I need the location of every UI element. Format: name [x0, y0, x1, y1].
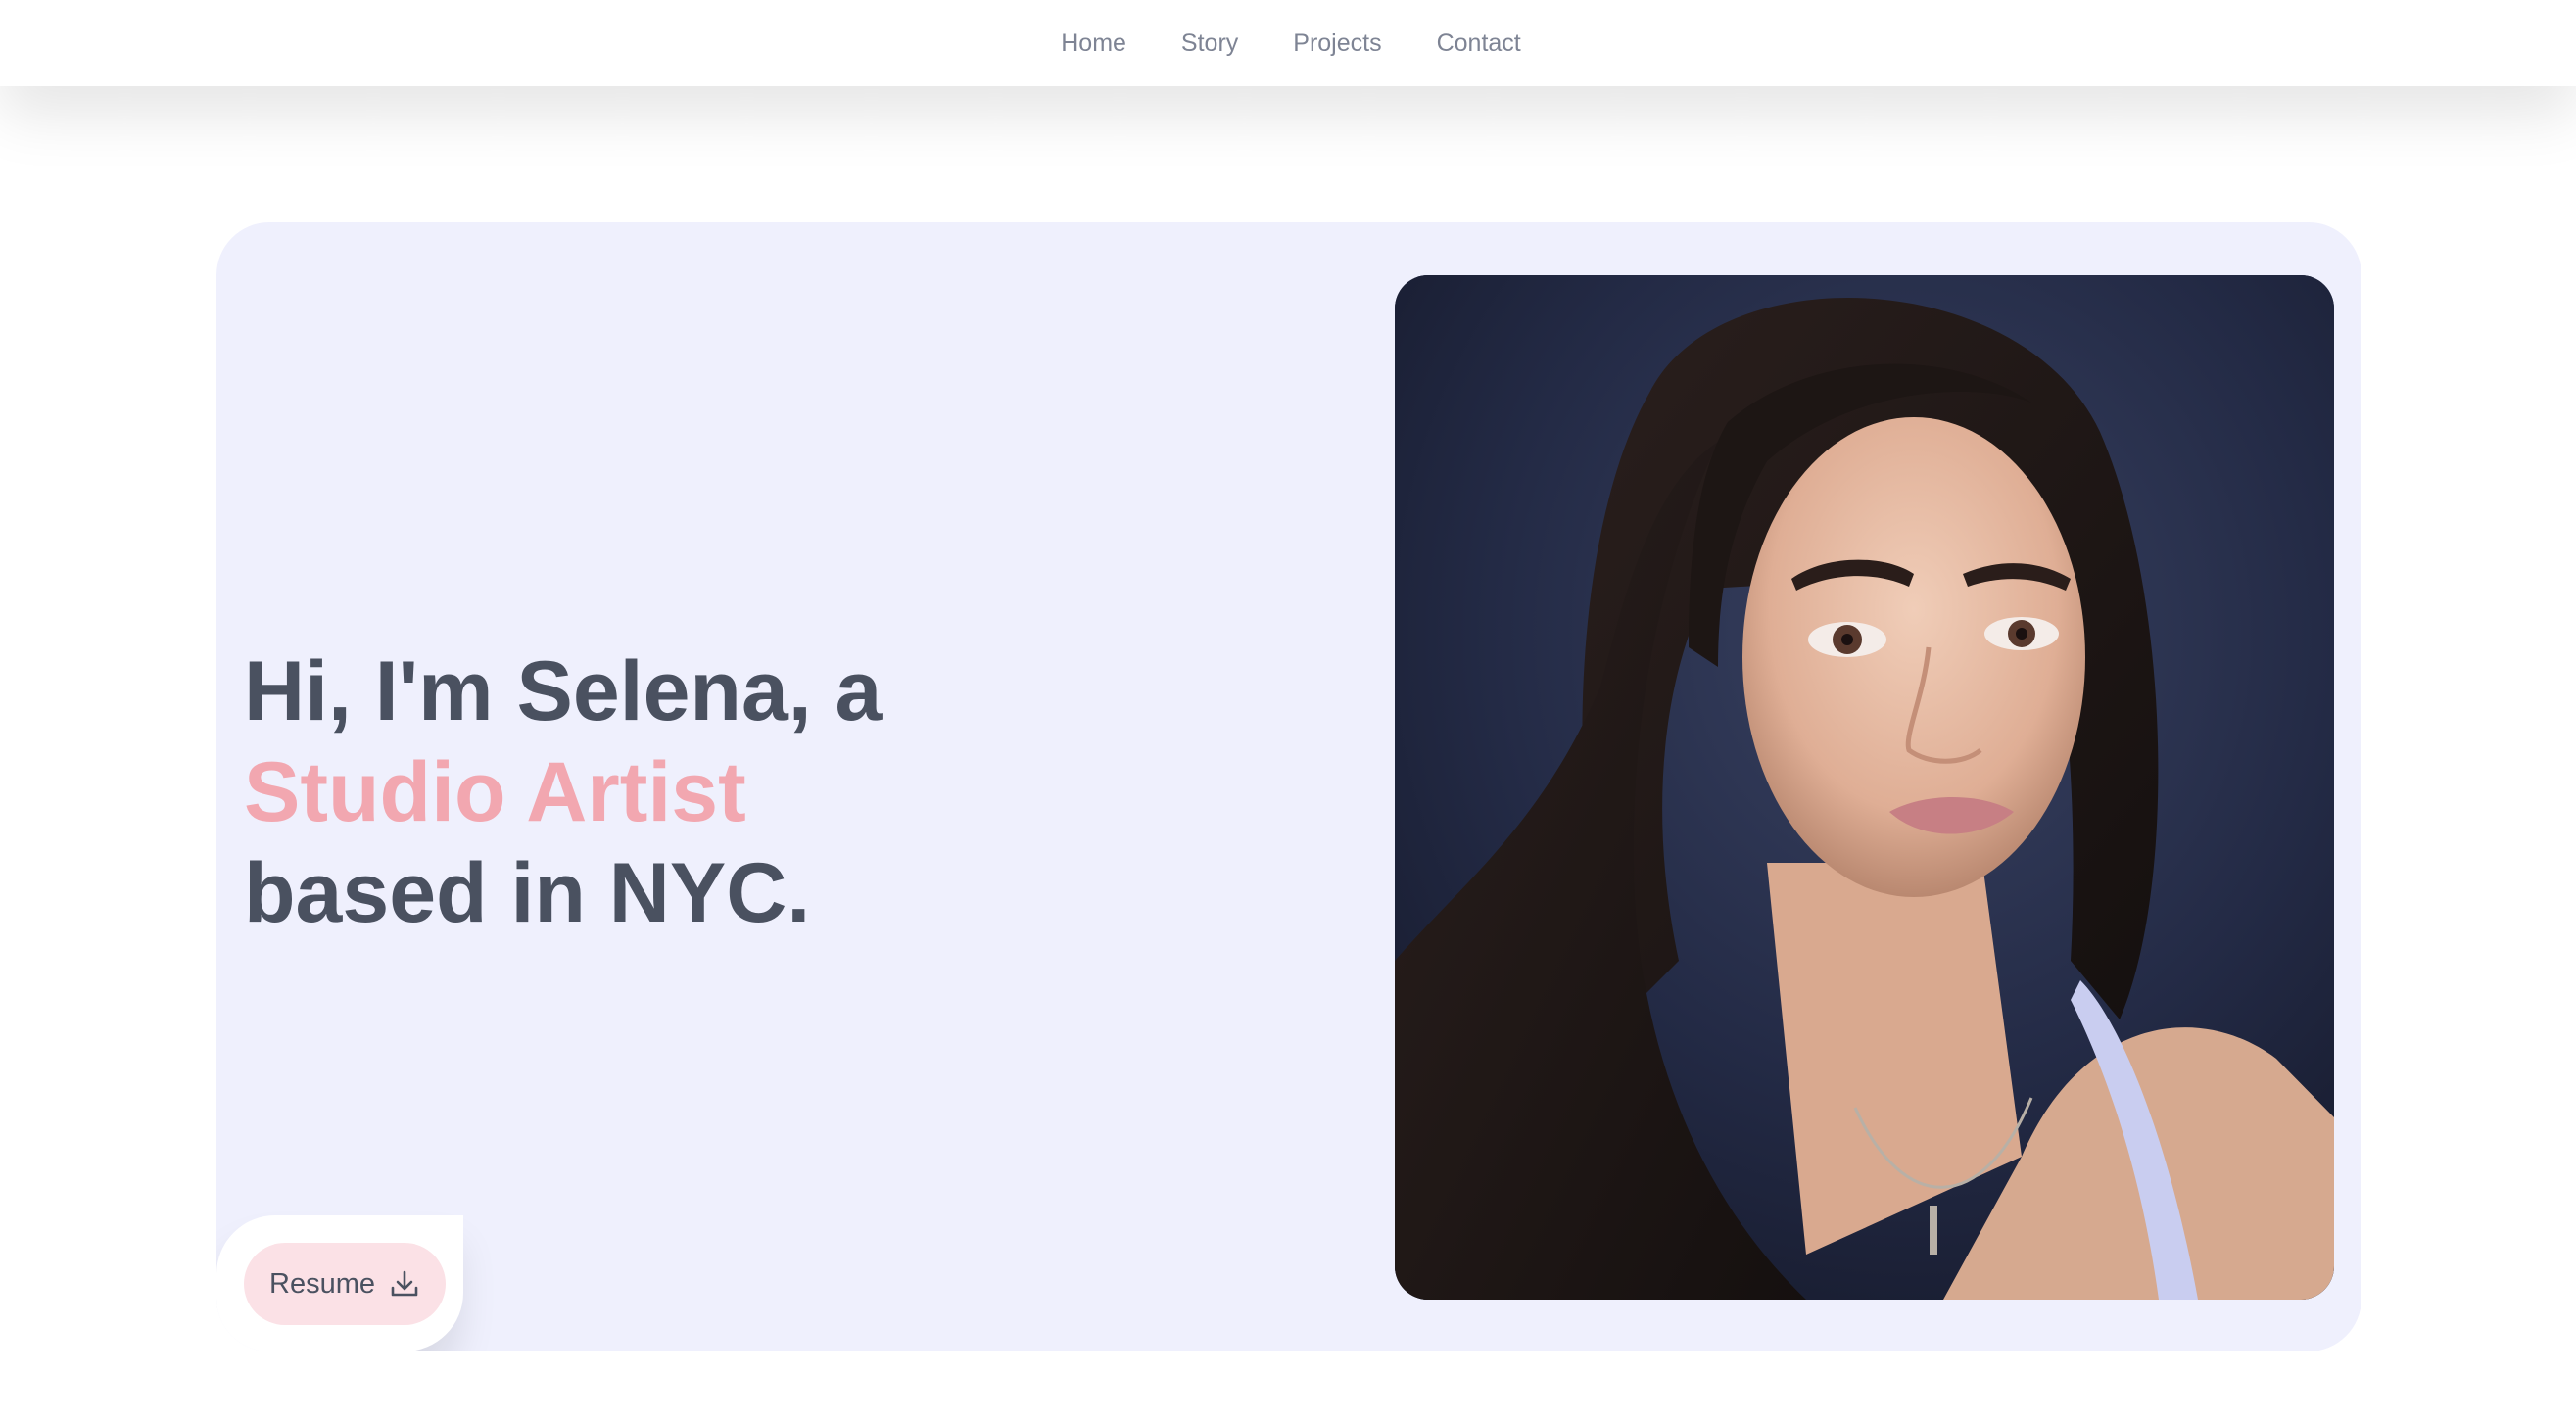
- top-navbar: Home Story Projects Contact: [0, 0, 2576, 86]
- resume-download-button[interactable]: Resume: [244, 1243, 446, 1325]
- portrait-illustration: [1395, 275, 2334, 1300]
- headline-location: based in NYC.: [244, 846, 811, 940]
- headline-role: Studio Artist: [244, 745, 746, 839]
- download-icon: [391, 1270, 418, 1297]
- headline-intro: Hi, I'm Selena, a: [244, 644, 883, 738]
- portrait-photo: [1395, 275, 2334, 1300]
- nav-link-contact[interactable]: Contact: [1437, 29, 1521, 58]
- hero-headline: Hi, I'm Selena, a Studio Artist based in…: [244, 641, 1321, 944]
- portfolio-page: Home Story Projects Contact Hi, I'm Sele…: [0, 0, 2576, 1422]
- nav-link-home[interactable]: Home: [1061, 29, 1126, 58]
- nav-link-story[interactable]: Story: [1181, 29, 1238, 58]
- resume-label: Resume: [269, 1267, 375, 1300]
- hero-card: Hi, I'm Selena, a Studio Artist based in…: [216, 222, 2361, 1351]
- nav-link-projects[interactable]: Projects: [1293, 29, 1381, 58]
- main-nav: Home Story Projects Contact: [0, 0, 2576, 86]
